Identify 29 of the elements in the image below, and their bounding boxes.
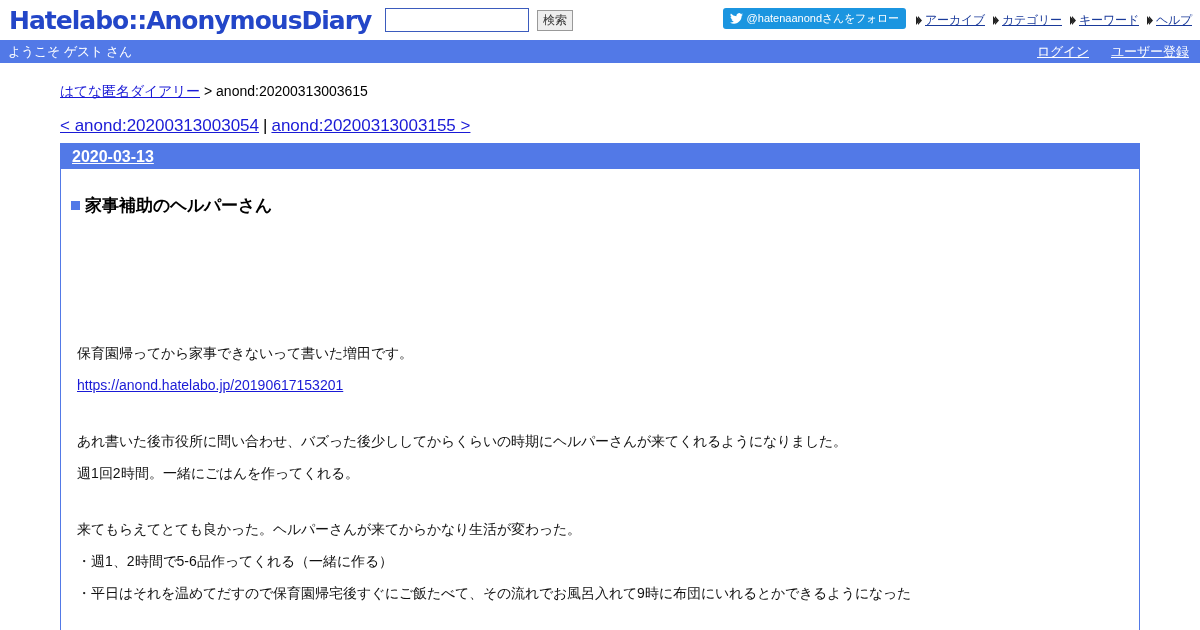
breadcrumb-link[interactable]: はてな匿名ダイアリー [60,83,200,101]
site-logo[interactable]: Hatelabo::AnonymousDiary [9,5,372,35]
url-link[interactable]: https://anond.hatelabo.jp/20190617153201 [77,377,344,393]
chevron-icon [916,15,922,25]
chevron-icon [1147,15,1153,25]
pager-separator: | [263,116,268,136]
entry-date[interactable]: 2020-03-13 [72,147,154,166]
body-text: ・平日はそれを温めてだすので保育園帰宅後すぐにご飯たべて、その流れでお風呂入れて9時に布団にいれるとかできるようになった [77,584,912,603]
nav-link[interactable]: キーワード [1079,11,1139,29]
nav-link[interactable]: アーカイブ [925,11,985,29]
next-entry-link[interactable]: anond:20200313003155 > [271,116,471,136]
chevron-icon [993,15,999,25]
chevron-icon [1070,15,1076,25]
breadcrumb-current: > anond:20200313003615 [204,83,368,101]
search-button[interactable]: 検索 [537,9,574,31]
bird-icon [729,12,743,24]
body-text: ・週1、2時間で5-6品作ってくれる（一緒に作る） [77,552,394,571]
nav-link[interactable]: カテゴリー [1002,11,1062,29]
account-link[interactable]: ユーザー登録 [1111,42,1189,61]
previous-entry-link[interactable]: < anond:20200313003054 [60,116,259,136]
welcome-text: ようこそ ゲスト さん [8,42,133,61]
body-text: 保育園帰ってから家事できないって書いた増田です。 [77,344,414,363]
account-link[interactable]: ログイン [1037,42,1089,61]
body-text: あれ書いた後市役所に問い合わせ、バズった後少ししてからくらいの時期にヘルパーさんが来てくれるようになりました。 [77,432,848,451]
search-field[interactable] [385,8,530,32]
entry-title: 家事補助のヘルパーさん [85,195,272,217]
body-text: 週1回2時間。一緒にごはんを作ってくれる。 [77,464,360,483]
body-text: 来てもらえてとても良かった。ヘルパーさんが来てからかなり生活が変わった。 [77,520,582,539]
nav-link[interactable]: ヘルプ [1156,11,1192,29]
